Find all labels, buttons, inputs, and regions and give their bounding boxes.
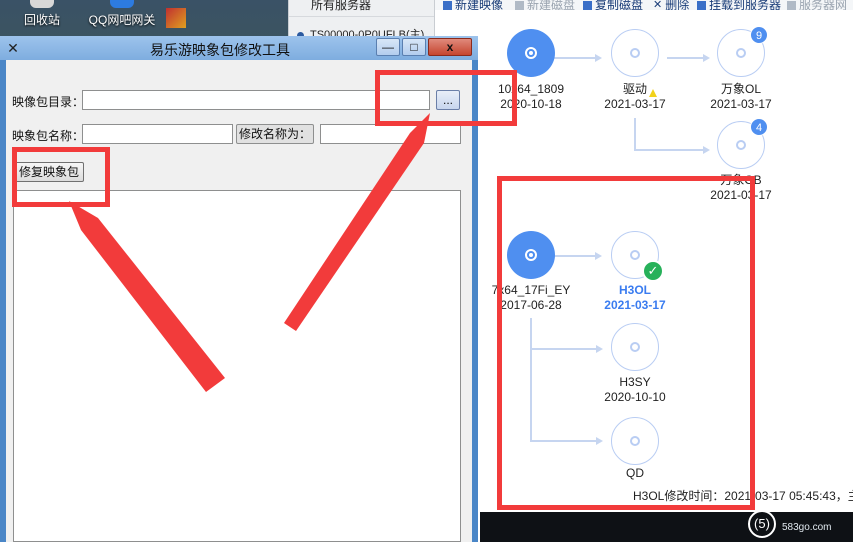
image-name-input[interactable] [82,124,233,144]
close-icon: ✕ [653,0,663,10]
plus-icon [515,1,524,10]
close-button[interactable]: x [428,38,472,56]
image-name-label: 映象包名称： [12,129,85,143]
watermark-logo-icon: (5) [748,510,776,538]
annotation-box-repair [12,147,110,207]
annotation-box-browse [375,70,517,126]
minimize-button[interactable]: — [376,38,400,56]
server-list-header[interactable]: 所有服务器 [289,0,434,17]
rename-to-input[interactable] [320,124,461,144]
window-title: 易乐游映象包修改工具 [150,42,290,58]
maximize-button[interactable]: □ [402,38,426,56]
recycle-bin-label: 回收站 [23,13,60,27]
count-badge: 9 [750,26,768,44]
qq-netbar-icon [110,0,134,8]
cursor-icon [649,89,657,97]
image-dir-label: 映像包目录： [12,95,85,109]
watermark: (5) 583go.com [748,508,853,540]
recycle-bin-icon [30,0,54,8]
connector [634,149,704,151]
delete-button[interactable]: ✕ 删除 [653,0,689,10]
disc-icon [525,47,537,59]
connector [634,118,636,151]
image-node-wanxiang-ol[interactable]: 9 [717,26,768,77]
image-node-wanxiang-ob[interactable]: 4 [717,118,768,169]
tools-icon: ✕ [7,40,19,56]
qq-netbar-shortcut[interactable]: QQ网吧网关 [86,0,158,32]
image-node-drive[interactable] [611,29,659,77]
count-badge: 4 [750,118,768,136]
node-name: 万象OL [720,82,761,96]
node-name: 驱动 [622,82,647,96]
rename-to-label: 修改名称为： [236,124,314,144]
connector-arrow [703,146,710,154]
window-client: 映像包目录： ... 映象包名称： 修改名称为： 修复映象包 [6,60,472,542]
new-image-icon [443,1,452,10]
new-image-button[interactable]: 新建映像 [443,0,503,10]
node-date: 2021-03-17 [604,97,666,111]
annotation-box-graph [497,176,755,510]
disc-icon [736,140,746,150]
connector-arrow [595,54,602,62]
new-disk-button[interactable]: 新建磁盘 [515,0,575,10]
connector-arrow [703,54,710,62]
log-output[interactable] [13,190,461,542]
mount-button[interactable]: 挂载到服务器 [697,0,781,10]
disc-icon [736,48,746,58]
winrar-icon[interactable] [166,8,186,28]
node-date: 2021-03-17 [710,97,772,111]
watermark-url: 583go.com [782,522,832,533]
disc-icon [630,48,640,58]
server-net-button[interactable]: 服务器网 [787,0,847,10]
connector [667,57,705,59]
qq-netbar-label: QQ网吧网关 [88,13,156,27]
gear-icon [787,1,796,10]
recycle-bin-shortcut[interactable]: 回收站 [10,0,74,32]
mount-icon [697,1,706,10]
copy-icon [583,1,592,10]
graph-toolbar: 新建映像 新建磁盘 复制磁盘 ✕ 删除 挂载到服务器 服务器网 [435,0,853,10]
window-titlebar[interactable]: ✕ 易乐游映象包修改工具 — □ x [0,36,478,60]
copy-disk-button[interactable]: 复制磁盘 [583,0,643,10]
